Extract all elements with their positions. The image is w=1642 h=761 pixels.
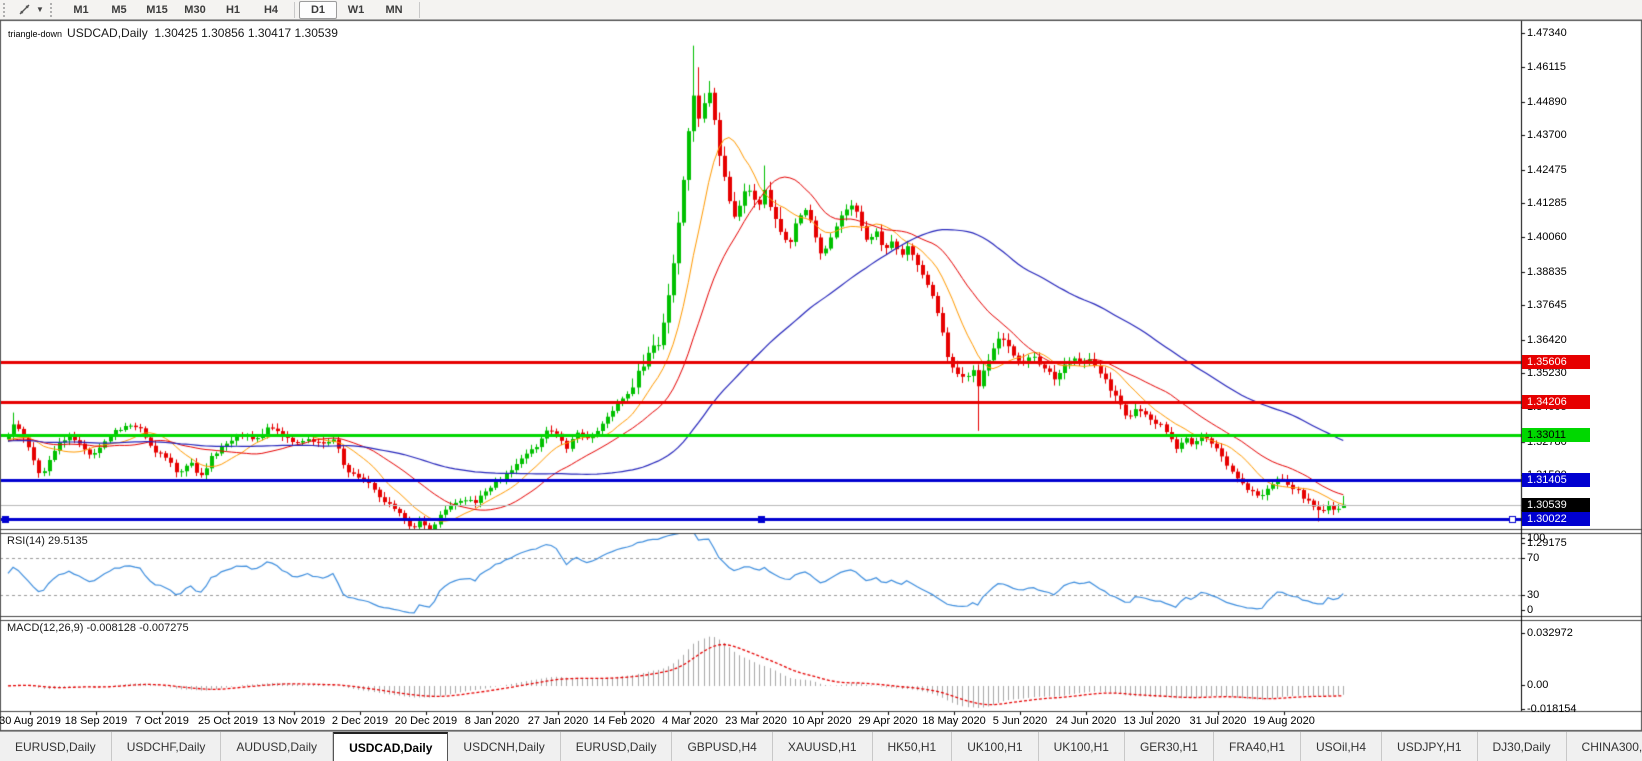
timeframe-button-m1[interactable]: M1	[62, 1, 100, 19]
toolbar-separator	[294, 1, 295, 18]
timeframe-button-m30[interactable]: M30	[176, 1, 214, 19]
timeframe-toolbar: ▼ M1 M5 M15 M30 H1 H4 D1 W1 MN	[0, 0, 1642, 20]
chevron-down-icon[interactable]: ▼	[35, 5, 45, 14]
tab-eurusd-daily-0[interactable]: EURUSD,Daily	[0, 732, 112, 761]
timeframe-buttons: M1 M5 M15 M30 H1 H4 D1 W1 MN	[62, 0, 413, 19]
toolbar-grip[interactable]	[3, 2, 10, 17]
timeframe-button-m15[interactable]: M15	[138, 1, 176, 19]
tab-china300-h1-16[interactable]: CHINA300,H1	[1567, 732, 1642, 761]
symbol-tab-bar: EURUSD,Daily USDCHF,Daily AUDUSD,Daily USDC…	[0, 731, 1642, 761]
tab-ger30-h1-11[interactable]: GER30,H1	[1125, 732, 1214, 761]
tab-usdjpy-h1-14[interactable]: USDJPY,H1	[1382, 732, 1478, 761]
tab-usdchf-daily-1[interactable]: USDCHF,Daily	[112, 732, 222, 761]
timeframe-button-mn[interactable]: MN	[375, 1, 413, 19]
tab-hk50-h1-8[interactable]: HK50,H1	[873, 732, 953, 761]
chart-canvas[interactable]	[0, 20, 1642, 731]
tab-dj30-daily-15[interactable]: DJ30,Daily	[1478, 732, 1567, 761]
timeframe-button-w1[interactable]: W1	[337, 1, 375, 19]
terminal-window: ▼ M1 M5 M15 M30 H1 H4 D1 W1 MN triangle-down USDC…	[0, 0, 1642, 761]
chart-window: triangle-down USDCAD,Daily 1.30425 1.3085…	[0, 20, 1642, 731]
tab-xauusd-h1-7[interactable]: XAUUSD,H1	[773, 732, 873, 761]
tab-gbpusd-h4-6[interactable]: GBPUSD,H4	[672, 732, 773, 761]
timeframe-button-m5[interactable]: M5	[100, 1, 138, 19]
tab-eurusd-daily-5[interactable]: EURUSD,Daily	[561, 732, 673, 761]
line-study-cursor-icon[interactable]	[15, 2, 33, 18]
toolbar-separator	[419, 1, 420, 18]
tab-fra40-h1-12[interactable]: FRA40,H1	[1214, 732, 1302, 761]
tab-uk100-h1-9[interactable]: UK100,H1	[952, 732, 1039, 761]
toolbar-grip-2	[50, 2, 57, 17]
tab-usoil-h4-13[interactable]: USOil,H4	[1301, 732, 1383, 761]
timeframe-button-d1[interactable]: D1	[299, 0, 337, 19]
timeframe-button-h1[interactable]: H1	[214, 1, 252, 19]
tab-usdcnh-daily-4[interactable]: USDCNH,Daily	[448, 732, 561, 761]
timeframe-button-h4[interactable]: H4	[252, 1, 290, 19]
tab-audusd-daily-2[interactable]: AUDUSD,Daily	[221, 732, 334, 761]
tab-usdcad-daily-3[interactable]: USDCAD,Daily	[333, 732, 449, 761]
tab-uk100-h1-10[interactable]: UK100,H1	[1039, 732, 1125, 761]
